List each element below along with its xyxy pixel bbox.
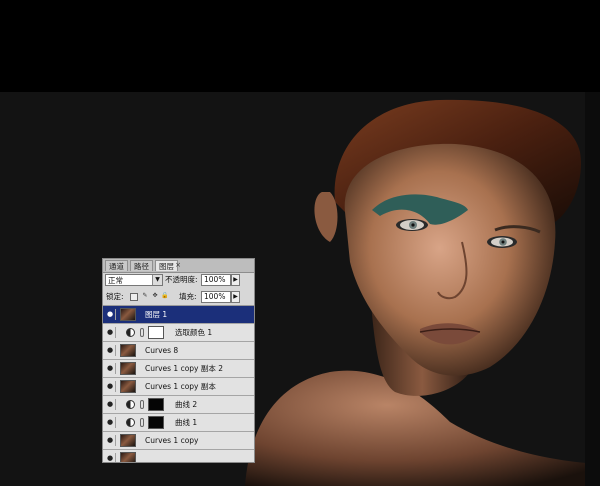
link-icon (140, 418, 144, 427)
lock-fill-row: 锁定: ✎ ✥ 🔒 填充: 100% ▶ (103, 290, 254, 306)
layer-name: Curves 8 (145, 346, 179, 355)
blend-opacity-row: 正常 ▼ 不透明度: 100% ▶ (103, 273, 254, 289)
visibility-eye-icon[interactable]: ● (105, 435, 116, 446)
opacity-label: 不透明度: (165, 275, 198, 284)
visibility-eye-icon[interactable]: ● (105, 381, 116, 392)
visibility-eye-icon[interactable]: ● (105, 309, 116, 320)
visibility-eye-icon[interactable]: ● (105, 327, 116, 338)
link-icon (140, 328, 144, 337)
portrait-illustration (0, 92, 600, 486)
layer-mask-thumbnail (148, 326, 164, 339)
layer-name: Curves 1 copy 副本 2 (145, 364, 224, 373)
layer-thumbnail (120, 362, 136, 375)
visibility-eye-icon[interactable]: ● (105, 363, 116, 374)
portrait-photo (0, 92, 600, 486)
layer-row[interactable]: ● 选取颜色 1 (103, 324, 254, 342)
layer-thumbnail (120, 308, 136, 321)
fill-input[interactable]: 100% (201, 291, 231, 303)
panel-tab-bar: 通道 路径 图层 × (103, 259, 254, 273)
layer-row[interactable]: ● 曲线 2 (103, 396, 254, 414)
blend-mode-value: 正常 (108, 276, 123, 285)
layer-name: Curves 1 copy 副本 (145, 382, 216, 391)
layer-name: 选取颜色 1 (175, 328, 213, 337)
fill-label: 填充: (179, 292, 197, 301)
tab-channels[interactable]: 通道 (105, 260, 128, 271)
layer-row[interactable]: ● 曲线 1 (103, 414, 254, 432)
brush-icon[interactable]: ✎ (141, 293, 149, 301)
visibility-eye-icon[interactable]: ● (105, 417, 116, 428)
tab-paths[interactable]: 路径 (130, 260, 153, 271)
layer-thumbnail (120, 380, 136, 393)
link-icon (140, 400, 144, 409)
chevron-down-icon[interactable]: ▼ (152, 275, 162, 285)
opacity-input[interactable]: 100% (201, 274, 231, 286)
visibility-eye-icon[interactable]: ● (105, 453, 116, 462)
layer-name: 曲线 1 (175, 418, 198, 427)
layer-mask-thumbnail (148, 398, 164, 411)
layer-name: 曲线 2 (175, 400, 198, 409)
layer-thumbnail (120, 434, 136, 447)
layer-row[interactable]: ● Curves 1 copy 副本 (103, 378, 254, 396)
layer-row[interactable]: ● 图层 1 (103, 306, 254, 324)
layer-name: Curves 1 copy (145, 436, 199, 445)
move-icon[interactable]: ✥ (151, 293, 159, 301)
lock-label: 锁定: (106, 292, 124, 301)
layer-mask-thumbnail (148, 416, 164, 429)
layer-row[interactable]: ● Curves 1 copy (103, 432, 254, 450)
screenshot-stage: 通道 路径 图层 × 正常 ▼ 不透明度: 100% ▶ 锁定: ✎ ✥ 🔒 填… (0, 0, 600, 486)
visibility-eye-icon[interactable]: ● (105, 345, 116, 356)
layer-name: 图层 1 (145, 310, 168, 319)
layer-thumbnail (120, 344, 136, 357)
adjustment-layer-icon (126, 418, 135, 427)
close-icon[interactable]: × (174, 261, 182, 269)
layer-thumbnail (120, 452, 136, 462)
adjustment-layer-icon (126, 400, 135, 409)
layers-list: ● 图层 1 ● 选取颜色 1 ● Curves 8 ● Curves 1 co… (103, 306, 254, 462)
opacity-arrow-icon[interactable]: ▶ (231, 274, 240, 286)
visibility-eye-icon[interactable]: ● (105, 399, 116, 410)
adjustment-layer-icon (126, 328, 135, 337)
layer-row[interactable]: ● Curves 8 (103, 342, 254, 360)
layers-panel: 通道 路径 图层 × 正常 ▼ 不透明度: 100% ▶ 锁定: ✎ ✥ 🔒 填… (102, 258, 255, 463)
fill-arrow-icon[interactable]: ▶ (231, 291, 240, 303)
layer-row-partial[interactable]: ● (103, 450, 254, 462)
lock-transparency-icon[interactable] (130, 293, 138, 301)
layer-row[interactable]: ● Curves 1 copy 副本 2 (103, 360, 254, 378)
lock-icon[interactable]: 🔒 (161, 293, 169, 301)
blend-mode-select[interactable]: 正常 ▼ (105, 274, 163, 286)
